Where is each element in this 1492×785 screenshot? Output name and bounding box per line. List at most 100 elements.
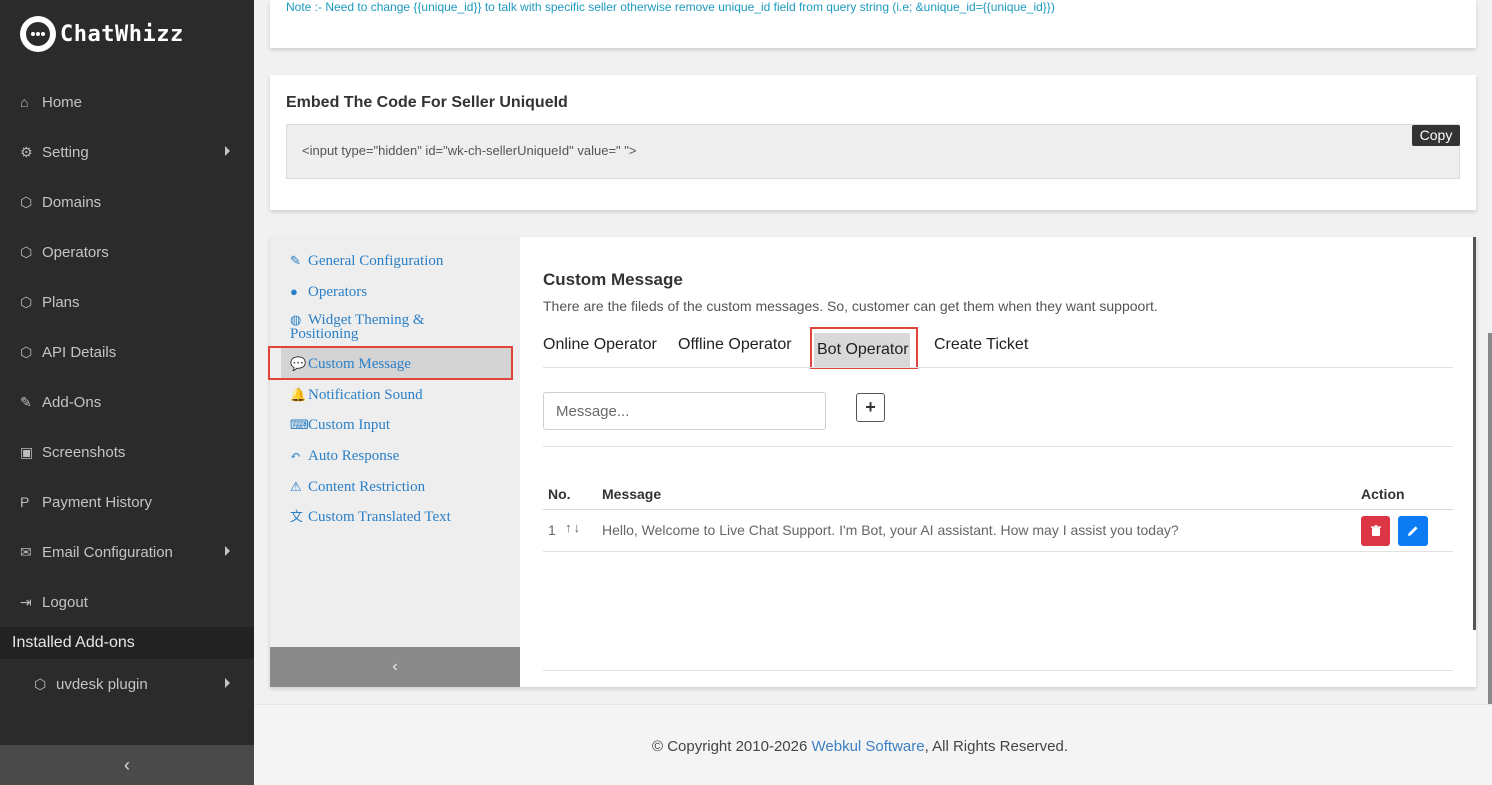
sidebar-item-email-configuration[interactable]: ✉ Email Configuration xyxy=(20,540,240,564)
sidebar-item-label: uvdesk plugin xyxy=(56,675,148,693)
sidebar-collapse-button[interactable]: ‹ xyxy=(0,745,254,785)
cube-icon: ⬡ xyxy=(20,193,33,210)
bell-icon: 🔔 xyxy=(290,387,307,402)
embed-code-title: Embed The Code For Seller UniqueId xyxy=(286,94,568,111)
tab-create-ticket[interactable]: Create Ticket xyxy=(934,336,1028,354)
home-icon: ⌂ xyxy=(20,94,29,110)
tab-offline-operator[interactable]: Offline Operator xyxy=(678,336,792,354)
reorder-arrows-icon[interactable]: ↑↓ xyxy=(565,520,582,535)
menu-item-label: General Configuration xyxy=(308,253,444,269)
wrench-icon: ✎ xyxy=(290,253,301,268)
copyright-prefix: © Copyright 2010-2026 xyxy=(652,738,812,755)
menu-item-label: Notification Sound xyxy=(308,387,423,403)
chat-bubble-icon xyxy=(20,16,56,52)
section-title: Custom Message xyxy=(543,270,683,289)
message-input[interactable] xyxy=(543,392,826,430)
warning-icon: ⚠ xyxy=(290,479,302,494)
plus-icon: + xyxy=(865,397,876,417)
sidebar-item-label: Screenshots xyxy=(42,443,126,461)
embed-code-text[interactable]: <input type="hidden" id="wk-ch-sellerUni… xyxy=(302,143,636,158)
panel-scrollbar[interactable] xyxy=(1473,237,1476,630)
sidebar-item-label: API Details xyxy=(42,343,117,361)
keyboard-icon: ⌨ xyxy=(290,417,309,432)
menu-collapse-button[interactable]: ‹ xyxy=(270,647,520,687)
delete-button[interactable] xyxy=(1361,516,1390,546)
caret-right-icon xyxy=(225,146,230,156)
copy-button[interactable]: Copy xyxy=(1412,125,1460,146)
app-name: ChatWhizz xyxy=(60,21,184,47)
cube-icon: ⬡ xyxy=(34,675,47,692)
sidebar: ChatWhizz ⌂ Home ⚙ Setting ⬡ Domains ⬡ O… xyxy=(0,0,254,785)
copyright-text: © Copyright 2010-2026 Webkul Software, A… xyxy=(652,738,1068,755)
tabs-divider xyxy=(543,367,1453,368)
sidebar-item-setting[interactable]: ⚙ Setting xyxy=(20,140,240,164)
input-divider xyxy=(543,446,1453,447)
sidebar-item-label: Operators xyxy=(42,243,109,261)
unique-id-note: Note :- Need to change {{unique_id}} to … xyxy=(286,0,1055,14)
menu-item-label: Custom Translated Text xyxy=(308,509,451,525)
menu-item-operators[interactable]: ● Operators xyxy=(290,284,368,300)
column-header-no: No. xyxy=(548,486,571,502)
sidebar-item-api-details[interactable]: ⬡ API Details xyxy=(20,340,240,364)
table-bottom-divider xyxy=(543,670,1453,671)
envelope-icon: ✉ xyxy=(20,543,32,560)
add-message-button[interactable]: + xyxy=(856,393,885,422)
cube-icon: ⬡ xyxy=(20,243,33,260)
user-icon: ● xyxy=(290,284,298,299)
sidebar-item-domains[interactable]: ⬡ Domains xyxy=(20,190,240,214)
row-message: Hello, Welcome to Live Chat Support. I'm… xyxy=(602,522,1179,538)
row-number: 1 xyxy=(548,522,556,538)
sign-out-icon: ⇥ xyxy=(20,593,32,610)
menu-item-widget-theming[interactable]: ◍ Widget Theming & Positioning xyxy=(290,312,425,342)
reply-icon: ↶ xyxy=(290,448,301,463)
cube-icon: ⬡ xyxy=(20,343,33,360)
menu-selection-outline xyxy=(268,346,513,380)
sidebar-item-label: Logout xyxy=(42,593,88,611)
sidebar-item-screenshots[interactable]: ▣ Screenshots xyxy=(20,440,240,464)
sidebar-item-label: Email Configuration xyxy=(42,543,173,561)
sidebar-item-payment-history[interactable]: P Payment History xyxy=(20,490,240,514)
edit-button[interactable] xyxy=(1398,516,1428,546)
menu-item-general-configuration[interactable]: ✎ General Configuration xyxy=(290,253,444,269)
sidebar-item-operators[interactable]: ⬡ Operators xyxy=(20,240,240,264)
menu-item-label: Custom Input xyxy=(308,417,391,433)
sidebar-item-label: Add-Ons xyxy=(42,393,102,411)
sidebar-item-label: Plans xyxy=(42,293,80,311)
tab-selection-outline xyxy=(810,327,918,369)
webkul-link[interactable]: Webkul Software xyxy=(812,738,925,755)
cube-icon: ⬡ xyxy=(20,293,33,310)
sidebar-item-plans[interactable]: ⬡ Plans xyxy=(20,290,240,314)
copyright-suffix: , All Rights Reserved. xyxy=(924,738,1069,755)
globe-icon: ◍ xyxy=(290,312,302,327)
pencil-icon xyxy=(1408,526,1418,536)
menu-item-auto-response[interactable]: ↶ Auto Response xyxy=(290,448,400,464)
caret-right-icon xyxy=(225,546,230,556)
menu-item-label: Auto Response xyxy=(308,448,400,464)
menu-item-label-line2: Positioning xyxy=(290,326,359,342)
gears-icon: ⚙ xyxy=(20,143,33,160)
sidebar-item-label: Payment History xyxy=(42,493,153,511)
menu-item-custom-input[interactable]: ⌨ Custom Input xyxy=(290,417,391,433)
installed-addons-header: Installed Add-ons xyxy=(0,627,254,659)
menu-item-custom-translated-text[interactable]: 文 Custom Translated Text xyxy=(290,509,451,525)
table-header-divider xyxy=(543,509,1453,510)
menu-item-label: Widget Theming & xyxy=(308,312,425,328)
plug-icon: ✎ xyxy=(20,393,32,410)
app-logo[interactable]: ChatWhizz xyxy=(20,14,184,54)
menu-item-content-restriction[interactable]: ⚠ Content Restriction xyxy=(290,479,426,495)
caret-right-icon xyxy=(225,678,230,688)
row-divider xyxy=(543,551,1453,552)
tab-online-operator[interactable]: Online Operator xyxy=(543,336,657,354)
sidebar-item-label: Domains xyxy=(42,193,102,211)
sidebar-item-logout[interactable]: ⇥ Logout xyxy=(20,590,240,614)
paypal-icon: P xyxy=(20,494,30,510)
language-icon: 文 xyxy=(290,509,304,524)
sidebar-item-label: Setting xyxy=(42,143,89,161)
sidebar-item-uvdesk-plugin[interactable]: ⬡ uvdesk plugin xyxy=(34,672,240,696)
sidebar-item-home[interactable]: ⌂ Home xyxy=(20,90,240,114)
sidebar-item-add-ons[interactable]: ✎ Add-Ons xyxy=(20,390,240,414)
menu-item-notification-sound[interactable]: 🔔 Notification Sound xyxy=(290,387,423,403)
menu-item-label: Operators xyxy=(308,284,368,300)
menu-item-label: Content Restriction xyxy=(308,479,426,495)
sidebar-item-label: Home xyxy=(42,93,83,111)
